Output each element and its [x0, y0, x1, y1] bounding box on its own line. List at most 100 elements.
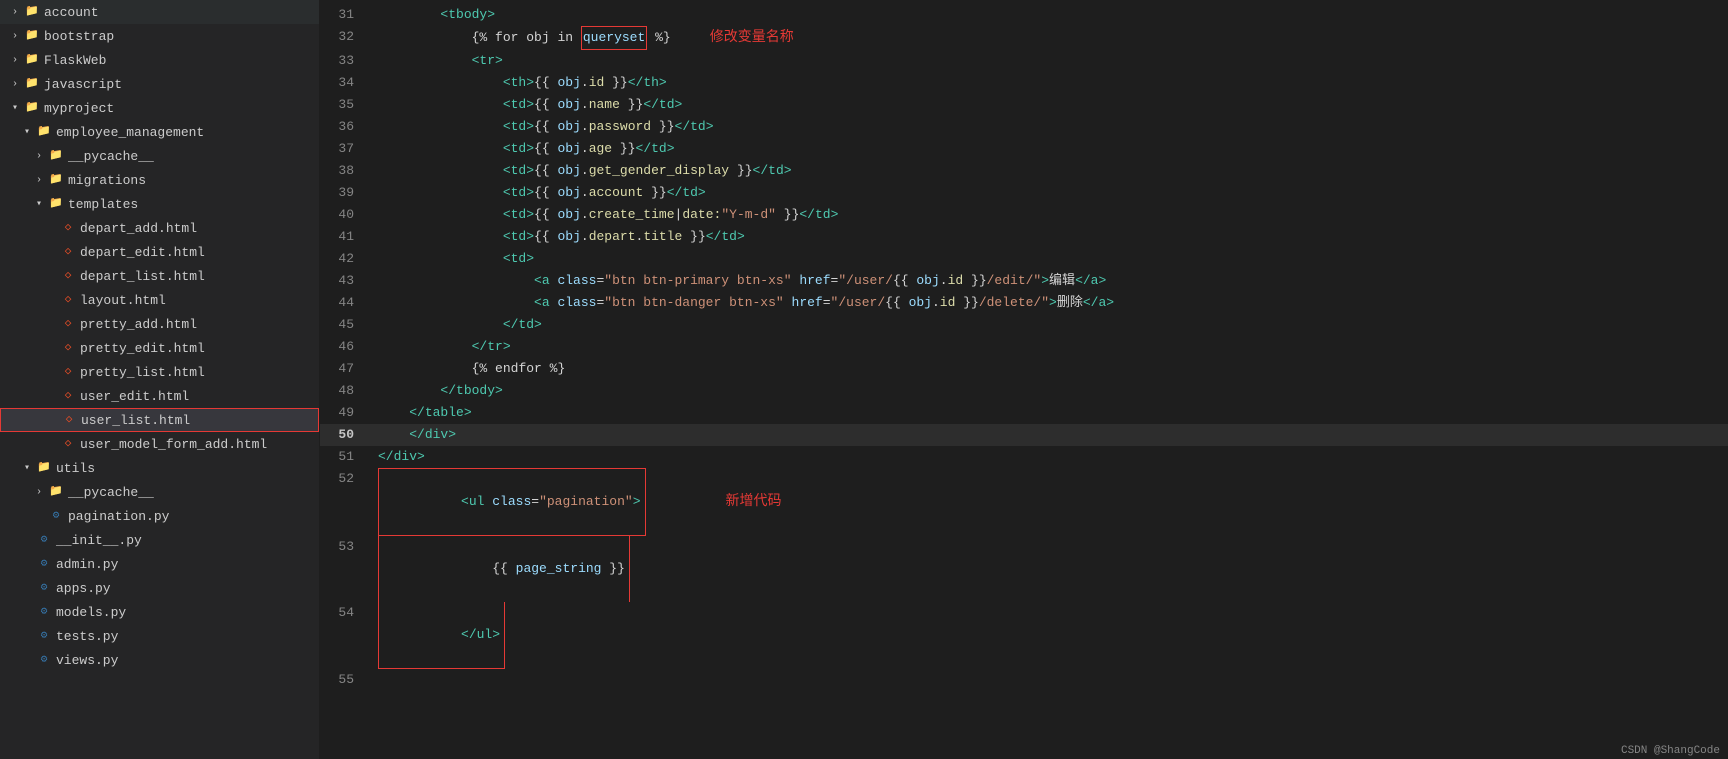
code-line: 39 <td>{{ obj.account }}</td>: [320, 182, 1728, 204]
sidebar-item-migrations[interactable]: 📁 migrations: [0, 168, 319, 192]
html-file-icon: ◇: [60, 388, 76, 404]
line-content: <tbody>: [370, 4, 1728, 26]
sidebar-item-account[interactable]: 📁 account: [0, 0, 319, 24]
sidebar-item-user-model-form-add[interactable]: ◇ user_model_form_add.html: [0, 432, 319, 456]
line-content: <td>{{ obj.age }}</td>: [370, 138, 1728, 160]
line-content: </div>: [370, 424, 1728, 446]
folder-icon: 📁: [24, 4, 40, 20]
code-line: 46 </tr>: [320, 336, 1728, 358]
sidebar-item-pretty-list[interactable]: ◇ pretty_list.html: [0, 360, 319, 384]
folder-icon: 📁: [48, 196, 64, 212]
sidebar-item-templates[interactable]: 📁 templates: [0, 192, 319, 216]
line-number: 32: [320, 26, 370, 48]
code-line: 37 <td>{{ obj.age }}</td>: [320, 138, 1728, 160]
line-number: 42: [320, 248, 370, 270]
line-content: <td>{{ obj.password }}</td>: [370, 116, 1728, 138]
code-line: 48 </tbody>: [320, 380, 1728, 402]
line-content: <td>{{ obj.account }}</td>: [370, 182, 1728, 204]
sidebar-item-label: depart_list.html: [80, 269, 205, 284]
chevron-icon: [8, 102, 22, 114]
line-number: 49: [320, 402, 370, 424]
line-content: </ul>: [370, 602, 1728, 669]
line-content: <td>{{ obj.name }}</td>: [370, 94, 1728, 116]
py-file-icon: ⚙: [36, 628, 52, 644]
sidebar-item-myproject[interactable]: 📁 myproject: [0, 96, 319, 120]
sidebar-item-pretty-edit[interactable]: ◇ pretty_edit.html: [0, 336, 319, 360]
sidebar-item-user-edit[interactable]: ◇ user_edit.html: [0, 384, 319, 408]
html-file-icon: ◇: [60, 340, 76, 356]
sidebar-item-pagination-py[interactable]: ⚙ pagination.py: [0, 504, 319, 528]
folder-icon: 📁: [36, 124, 52, 140]
sidebar-item-label: depart_edit.html: [80, 245, 205, 260]
sidebar-item-utils[interactable]: 📁 utils: [0, 456, 319, 480]
sidebar-item-tests-py[interactable]: ⚙ tests.py: [0, 624, 319, 648]
line-number: 48: [320, 380, 370, 402]
code-line: 50 </div>: [320, 424, 1728, 446]
sidebar-item-admin-py[interactable]: ⚙ admin.py: [0, 552, 319, 576]
code-line: 38 <td>{{ obj.get_gender_display }}</td>: [320, 160, 1728, 182]
sidebar-item-init-py[interactable]: ⚙ __init__.py: [0, 528, 319, 552]
sidebar-item-pycache1[interactable]: 📁 __pycache__: [0, 144, 319, 168]
sidebar-item-user-list[interactable]: ◇ user_list.html: [0, 408, 319, 432]
html-file-icon: ◇: [61, 412, 77, 428]
sidebar-item-label: __pycache__: [68, 149, 154, 164]
line-content: <a class="btn btn-primary btn-xs" href="…: [370, 270, 1728, 292]
folder-icon: 📁: [24, 28, 40, 44]
annotation-modify-var: 修改变量名称: [710, 27, 794, 49]
code-editor: 31 <tbody> 32 {% for obj in queryset %} …: [320, 0, 1728, 759]
sidebar-item-views-py[interactable]: ⚙ views.py: [0, 648, 319, 672]
sidebar-item-label: javascript: [44, 77, 122, 92]
sidebar-item-label: account: [44, 5, 99, 20]
sidebar-item-label: employee_management: [56, 125, 204, 140]
sidebar-item-label: bootstrap: [44, 29, 114, 44]
sidebar-item-javascript[interactable]: 📁 javascript: [0, 72, 319, 96]
sidebar-item-apps-py[interactable]: ⚙ apps.py: [0, 576, 319, 600]
chevron-icon: [8, 7, 22, 18]
line-content: <tr>: [370, 50, 1728, 72]
line-number: 38: [320, 160, 370, 182]
sidebar-item-pycache2[interactable]: 📁 __pycache__: [0, 480, 319, 504]
sidebar-item-depart-list[interactable]: ◇ depart_list.html: [0, 264, 319, 288]
sidebar-item-label: user_list.html: [81, 413, 190, 428]
code-line: 44 <a class="btn btn-danger btn-xs" href…: [320, 292, 1728, 314]
sidebar-item-label: user_edit.html: [80, 389, 189, 404]
sidebar-item-models-py[interactable]: ⚙ models.py: [0, 600, 319, 624]
line-content: <th>{{ obj.id }}</th>: [370, 72, 1728, 94]
sidebar-item-label: tests.py: [56, 629, 118, 644]
code-line: 41 <td>{{ obj.depart.title }}</td>: [320, 226, 1728, 248]
line-content: {{ page_string }}: [370, 536, 1728, 602]
sidebar-item-depart-add[interactable]: ◇ depart_add.html: [0, 216, 319, 240]
folder-icon: 📁: [24, 52, 40, 68]
chevron-icon: [20, 462, 34, 474]
chevron-icon: [32, 175, 46, 186]
folder-icon: 📁: [48, 172, 64, 188]
code-line: 53 {{ page_string }}: [320, 536, 1728, 602]
file-explorer: 📁 account 📁 bootstrap 📁 FlaskWeb 📁 javas…: [0, 0, 320, 759]
folder-icon: 📁: [48, 484, 64, 500]
sidebar-item-employee-management[interactable]: 📁 employee_management: [0, 120, 319, 144]
line-content: <td>{{ obj.get_gender_display }}</td>: [370, 160, 1728, 182]
code-content[interactable]: 31 <tbody> 32 {% for obj in queryset %} …: [320, 0, 1728, 759]
line-content: </tbody>: [370, 380, 1728, 402]
sidebar-item-flaskweb[interactable]: 📁 FlaskWeb: [0, 48, 319, 72]
line-content: </td>: [370, 314, 1728, 336]
line-number: 37: [320, 138, 370, 160]
line-number: 34: [320, 72, 370, 94]
line-content: <td>{{ obj.create_time|date:"Y-m-d" }}</…: [370, 204, 1728, 226]
line-number: 46: [320, 336, 370, 358]
line-number: 51: [320, 446, 370, 468]
sidebar-item-depart-edit[interactable]: ◇ depart_edit.html: [0, 240, 319, 264]
line-content: <td>: [370, 248, 1728, 270]
line-content: {% for obj in queryset %} 修改变量名称: [370, 26, 1728, 50]
html-file-icon: ◇: [60, 316, 76, 332]
sidebar-item-bootstrap[interactable]: 📁 bootstrap: [0, 24, 319, 48]
sidebar-item-layout[interactable]: ◇ layout.html: [0, 288, 319, 312]
sidebar-item-pretty-add[interactable]: ◇ pretty_add.html: [0, 312, 319, 336]
sidebar-item-label: __init__.py: [56, 533, 142, 548]
line-number: 52: [320, 468, 370, 490]
sidebar-item-label: pagination.py: [68, 509, 169, 524]
code-line: 32 {% for obj in queryset %} 修改变量名称: [320, 26, 1728, 50]
line-number: 47: [320, 358, 370, 380]
line-number: 43: [320, 270, 370, 292]
html-file-icon: ◇: [60, 220, 76, 236]
